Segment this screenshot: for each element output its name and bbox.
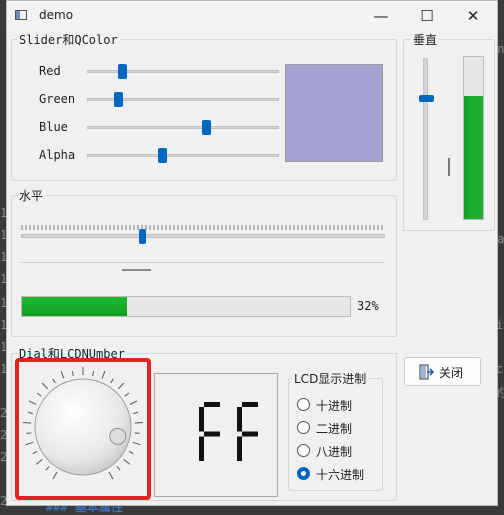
radix-radio-3[interactable] — [297, 467, 310, 480]
slider-handle-blue[interactable] — [202, 120, 212, 135]
title-bar[interactable]: demo — ☐ ✕ — [7, 1, 497, 31]
vertical-slider-track[interactable] — [423, 58, 428, 220]
slider-label-green: Green — [39, 92, 76, 106]
lcd-segment — [242, 402, 258, 407]
progress-percent: 32% — [357, 299, 379, 313]
lcd-segment — [199, 407, 204, 432]
vertical-progress-bar — [463, 56, 484, 220]
horizontal-scrollbar-handle[interactable] — [121, 269, 151, 271]
vertical-slider-handle[interactable] — [419, 95, 434, 103]
maximize-button[interactable]: ☐ — [404, 1, 450, 31]
radix-radio-1[interactable] — [297, 421, 310, 434]
slider-track-alpha[interactable] — [87, 154, 279, 157]
slider-track-red[interactable] — [87, 70, 279, 73]
horizontal-progress-bar — [21, 296, 351, 317]
horizontal-slider-track[interactable] — [21, 234, 385, 238]
radix-radio-2[interactable] — [297, 444, 310, 457]
color-preview — [285, 64, 383, 162]
slider-ticks — [21, 225, 383, 230]
lcd-segment — [204, 402, 220, 407]
lcd-segment — [237, 436, 242, 461]
exit-door-icon — [419, 364, 434, 380]
lcd-digits — [199, 402, 258, 461]
radix-label-3[interactable]: 十六进制 — [316, 466, 364, 483]
vertical-progress-fill — [464, 95, 483, 219]
lcd-segment — [204, 431, 220, 437]
slider-track-blue[interactable] — [87, 126, 279, 129]
radix-label-0[interactable]: 十进制 — [316, 397, 352, 414]
radix-label-1[interactable]: 二进制 — [316, 420, 352, 437]
vertical-group-title: 垂直 — [411, 31, 440, 48]
lcd-segment — [237, 407, 242, 432]
vertical-scrollbar-handle[interactable] — [448, 158, 450, 176]
slider-handle-green[interactable] — [114, 92, 124, 107]
window-title: demo — [39, 8, 74, 22]
slider-label-blue: Blue — [39, 120, 68, 134]
slider-label-alpha: Alpha — [39, 148, 76, 162]
horizontal-scrollbar-track[interactable] — [21, 262, 385, 263]
radix-label-2[interactable]: 八进制 — [316, 443, 352, 460]
slider-handle-alpha[interactable] — [158, 148, 168, 163]
close-button-label: 关闭 — [439, 366, 464, 380]
lcd-number-display — [154, 373, 278, 497]
horizontal-group-title: 水平 — [17, 187, 46, 204]
minimize-button[interactable]: — — [358, 1, 404, 31]
lcd-segment — [242, 431, 258, 437]
close-window-button[interactable]: ✕ — [450, 1, 496, 31]
close-button[interactable]: 关闭 — [404, 357, 481, 386]
horizontal-progress-fill — [22, 297, 127, 316]
lcd-segment — [199, 436, 204, 461]
app-icon — [15, 10, 27, 20]
radix-group-title: LCD显示进制 — [292, 370, 369, 387]
horizontal-slider-handle[interactable] — [138, 229, 146, 244]
slider-label-red: Red — [39, 64, 61, 78]
highlight-box — [15, 358, 151, 500]
slider-handle-red[interactable] — [118, 64, 128, 79]
radix-radio-0[interactable] — [297, 398, 310, 411]
demo-window: demo — ☐ ✕ Slider和QColor Red Green Blue Alp… — [6, 0, 498, 506]
color-group-title: Slider和QColor — [17, 31, 120, 48]
